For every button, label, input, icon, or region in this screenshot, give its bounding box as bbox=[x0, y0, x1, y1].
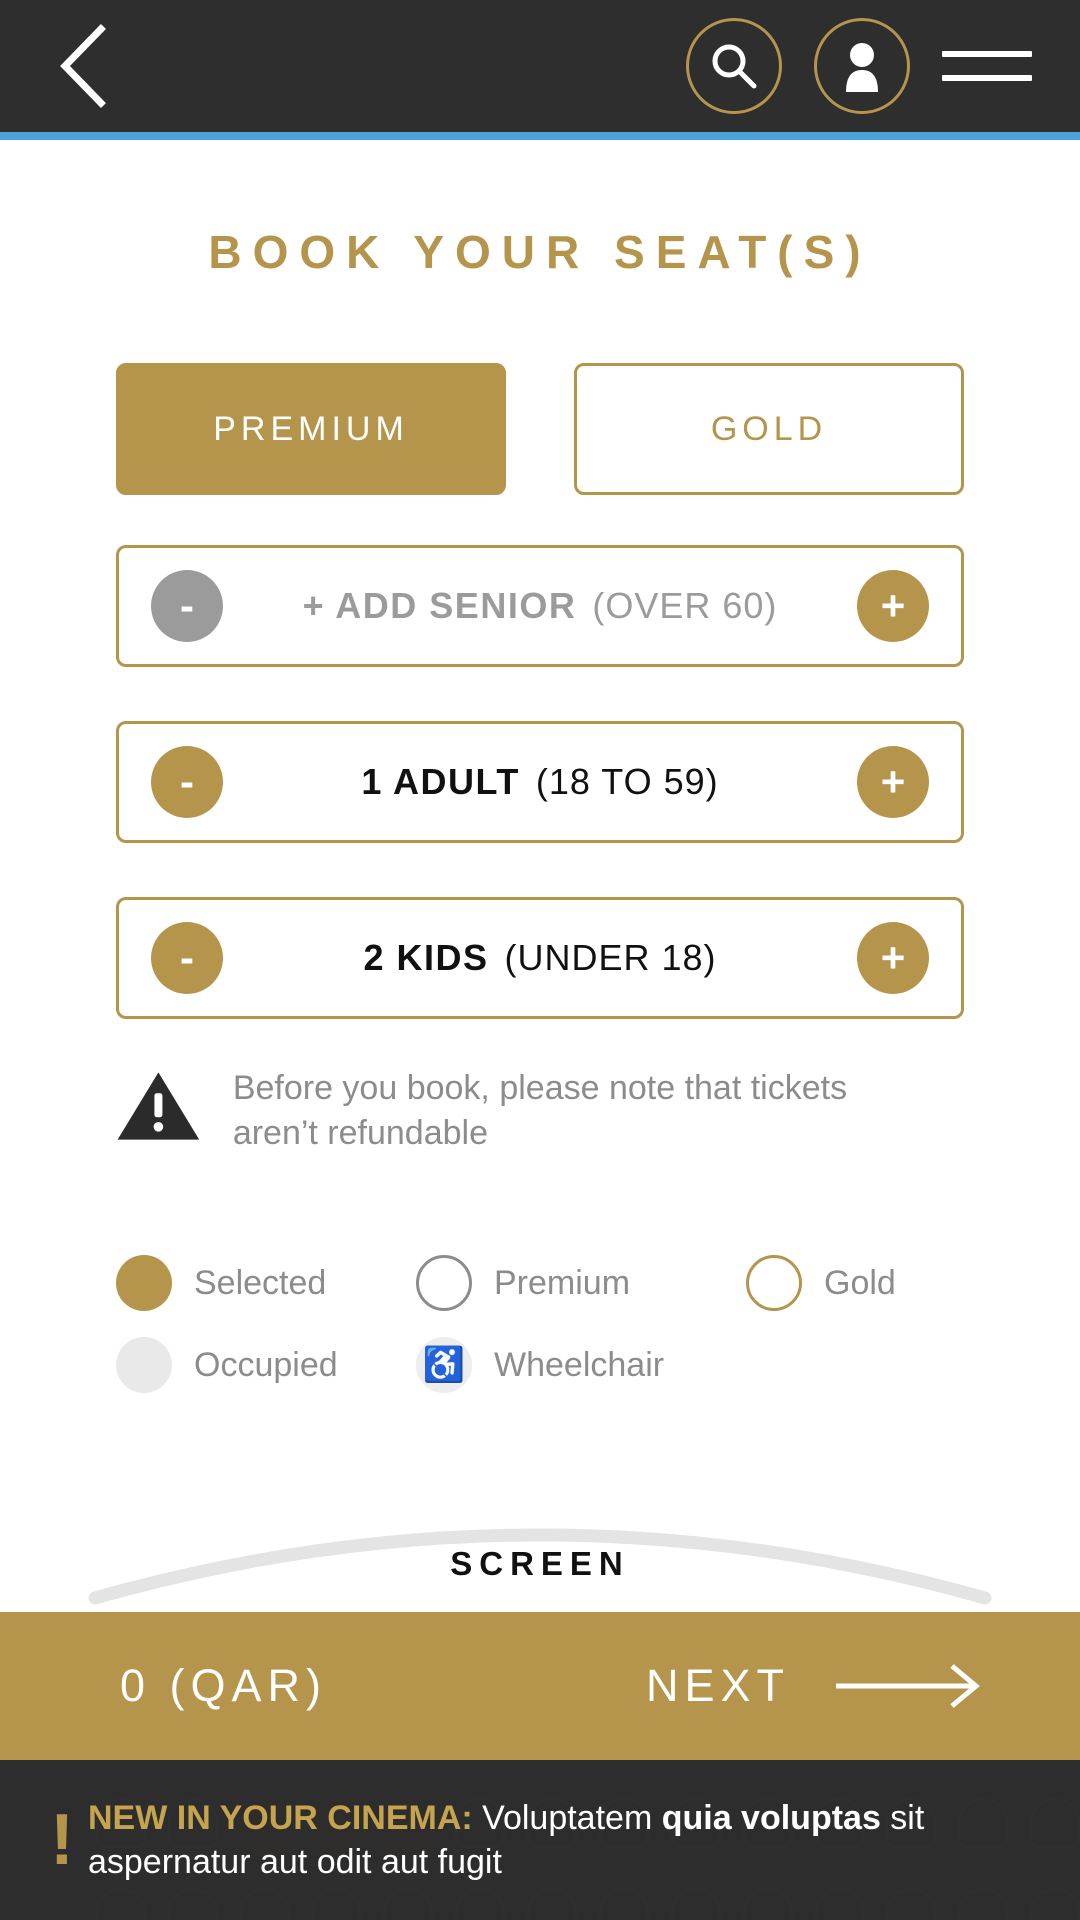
senior-count-label: + ADD SENIOR bbox=[302, 585, 577, 626]
legend-item-selected: Selected bbox=[116, 1255, 416, 1311]
news-banner-body-1: Voluptatem bbox=[472, 1798, 662, 1837]
next-button[interactable]: NEXT bbox=[646, 1660, 984, 1712]
wheelchair-icon: ♿ bbox=[422, 1346, 466, 1384]
legend-item-gold: Gold bbox=[746, 1255, 896, 1311]
plus-icon: + bbox=[880, 934, 906, 981]
seat-class-tabs: PREMIUM GOLD bbox=[116, 363, 964, 495]
search-button[interactable] bbox=[686, 18, 782, 114]
gold-seat-swatch bbox=[746, 1255, 802, 1311]
senior-age-range: (OVER 60) bbox=[592, 585, 778, 626]
adult-count-label: 1 ADULT bbox=[361, 761, 520, 802]
plus-icon: + bbox=[880, 758, 906, 805]
tab-gold[interactable]: GOLD bbox=[574, 363, 964, 495]
legend-label-premium: Premium bbox=[494, 1263, 631, 1302]
total-price: 0 (QAR) bbox=[120, 1660, 328, 1711]
adult-age-range: (18 TO 59) bbox=[535, 761, 719, 802]
refund-notice-text: Before you book, please note that ticket… bbox=[232, 1069, 848, 1153]
next-button-label: NEXT bbox=[645, 1660, 790, 1711]
exclamation-icon: ! bbox=[50, 1800, 74, 1880]
senior-decrement-button[interactable]: - bbox=[151, 570, 223, 642]
app-screen: BOOK YOUR SEAT(S) PREMIUM GOLD - + ADD S… bbox=[0, 0, 1080, 1920]
adult-decrement-button[interactable]: - bbox=[151, 746, 223, 818]
legend-label-selected: Selected bbox=[194, 1263, 327, 1302]
news-banner-text: NEW IN YOUR CINEMA: Voluptatem quia volu… bbox=[88, 1796, 1020, 1884]
page-title: BOOK YOUR SEAT(S) bbox=[208, 226, 872, 278]
selected-seat-swatch bbox=[116, 1255, 172, 1311]
kids-decrement-button[interactable]: - bbox=[151, 922, 223, 994]
tab-premium-label: PREMIUM bbox=[213, 409, 409, 448]
legend-label-wheelchair: Wheelchair bbox=[494, 1345, 665, 1384]
kids-label: 2 KIDS (UNDER 18) bbox=[223, 937, 857, 979]
news-banner-headline: NEW IN YOUR CINEMA: bbox=[87, 1798, 473, 1837]
hamburger-bar bbox=[942, 75, 1032, 81]
legend-row-2: Occupied ♿ Wheelchair bbox=[116, 1337, 964, 1393]
minus-icon: - bbox=[180, 582, 194, 629]
senior-label: + ADD SENIOR (OVER 60) bbox=[223, 585, 857, 627]
counter-row-senior: - + ADD SENIOR (OVER 60) + bbox=[116, 545, 964, 667]
warning-triangle-icon bbox=[117, 1072, 200, 1140]
arrow-right-icon bbox=[836, 1664, 980, 1708]
ticket-counters: - + ADD SENIOR (OVER 60) + - 1 ADULT (18… bbox=[116, 545, 964, 1073]
legend-label-gold: Gold bbox=[824, 1263, 896, 1302]
legend-label-occupied: Occupied bbox=[194, 1345, 338, 1384]
premium-seat-swatch bbox=[416, 1255, 472, 1311]
kids-count-label: 2 KIDS bbox=[363, 937, 489, 978]
kids-increment-button[interactable]: + bbox=[857, 922, 929, 994]
minus-icon: - bbox=[180, 758, 194, 805]
screen-label: SCREEN bbox=[450, 1545, 630, 1582]
plus-icon: + bbox=[880, 582, 906, 629]
back-button[interactable] bbox=[48, 24, 118, 108]
news-banner-body-strong: quia voluptas bbox=[661, 1798, 881, 1837]
search-icon bbox=[712, 44, 757, 89]
senior-increment-button[interactable]: + bbox=[857, 570, 929, 642]
legend-row-1: Selected Premium Gold bbox=[116, 1255, 964, 1311]
tab-premium[interactable]: PREMIUM bbox=[116, 363, 506, 495]
legend-item-premium: Premium bbox=[416, 1255, 746, 1311]
seat-legend: Selected Premium Gold Occupied ♿ Wheelch… bbox=[116, 1255, 964, 1419]
user-icon bbox=[846, 43, 878, 92]
refund-notice: Before you book, please note that ticket… bbox=[116, 1060, 936, 1156]
chevron-left-icon bbox=[60, 24, 106, 108]
bottom-action-bar[interactable]: 0 (QAR) NEXT bbox=[0, 1612, 1080, 1760]
hamburger-bar bbox=[942, 51, 1032, 57]
kids-age-range: (UNDER 18) bbox=[504, 937, 717, 978]
wheelchair-seat-swatch: ♿ bbox=[416, 1337, 472, 1393]
news-banner[interactable]: ! NEW IN YOUR CINEMA: Voluptatem quia vo… bbox=[0, 1760, 1080, 1920]
minus-icon: - bbox=[180, 934, 194, 981]
legend-item-wheelchair: ♿ Wheelchair bbox=[416, 1337, 746, 1393]
adult-increment-button[interactable]: + bbox=[857, 746, 929, 818]
counter-row-adult: - 1 ADULT (18 TO 59) + bbox=[116, 721, 964, 843]
adult-label: 1 ADULT (18 TO 59) bbox=[223, 761, 857, 803]
profile-button[interactable] bbox=[814, 18, 910, 114]
counter-row-kids: - 2 KIDS (UNDER 18) + bbox=[116, 897, 964, 1019]
app-header bbox=[0, 0, 1080, 140]
menu-button[interactable] bbox=[942, 36, 1032, 96]
occupied-seat-swatch bbox=[116, 1337, 172, 1393]
legend-item-occupied: Occupied bbox=[116, 1337, 416, 1393]
tab-gold-label: GOLD bbox=[710, 409, 828, 448]
